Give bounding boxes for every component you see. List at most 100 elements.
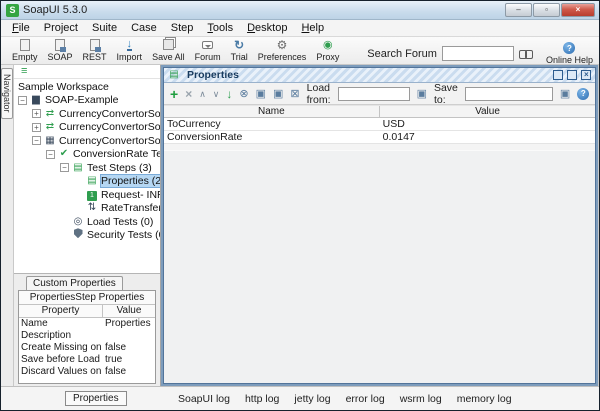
collapse-icon[interactable]: − xyxy=(60,163,69,172)
forum-button[interactable]: Forum xyxy=(190,38,226,65)
soap-project-button[interactable]: SOAP xyxy=(43,38,78,65)
expand-icon[interactable]: + xyxy=(32,109,41,118)
tab-error-log[interactable]: error log xyxy=(346,393,385,405)
shield-icon xyxy=(72,228,84,242)
collapse-icon[interactable]: − xyxy=(18,96,27,105)
menu-case[interactable]: Case xyxy=(124,21,164,35)
table-row[interactable]: Create Missing on L... false xyxy=(19,342,155,354)
properties-step-icon: ▤ xyxy=(86,175,98,187)
expand-icon[interactable]: + xyxy=(32,123,41,132)
menu-suite[interactable]: Suite xyxy=(85,21,124,35)
menu-help[interactable]: Help xyxy=(294,21,331,35)
proxy-icon: ◉ xyxy=(323,38,333,51)
copy-properties-button[interactable]: ▣ xyxy=(256,87,266,101)
table-row[interactable]: Name Properties xyxy=(19,318,155,330)
tree-item-request-step[interactable]: 1 Request- INR to USD xyxy=(14,188,160,202)
menu-tools[interactable]: Tools xyxy=(200,21,240,35)
tree-item-properties-step[interactable]: ▤ Properties (2) xyxy=(14,175,160,189)
column-header-property[interactable]: Property xyxy=(19,305,103,317)
window-title: SoapUI 5.3.0 xyxy=(23,4,87,16)
online-help-icon: ? xyxy=(563,42,575,54)
load-from-input[interactable] xyxy=(338,87,410,101)
log-tabs: SoapUI log http log jetty log error log … xyxy=(164,393,512,405)
column-header-value[interactable]: Value xyxy=(380,106,596,117)
tree-item-soap-interface[interactable]: + ⇄ CurrencyConvertorSoap xyxy=(14,107,160,121)
search-forum-input[interactable] xyxy=(442,46,514,61)
close-button[interactable]: × xyxy=(561,3,595,17)
collapse-icon[interactable]: − xyxy=(32,136,41,145)
tab-http-log[interactable]: http log xyxy=(245,393,279,405)
menu-project[interactable]: Project xyxy=(37,21,85,35)
close-panel-icon[interactable]: × xyxy=(581,70,591,80)
add-property-button[interactable]: + xyxy=(170,87,178,101)
unfloat-icon[interactable] xyxy=(553,70,563,80)
table-row[interactable]: Discard Values on Sa... false xyxy=(19,366,155,378)
table-row[interactable]: Save before Load true xyxy=(19,354,155,366)
save-to-input[interactable] xyxy=(465,87,553,101)
tab-memory-log[interactable]: memory log xyxy=(457,393,512,405)
tab-wsrm-log[interactable]: wsrm log xyxy=(400,393,442,405)
table-row[interactable]: Description xyxy=(19,330,155,342)
maximize-panel-icon[interactable] xyxy=(567,70,577,80)
titlebar: S SoapUI 5.3.0 – ▫ × xyxy=(1,1,599,20)
service-icon: ⇄ xyxy=(44,121,56,133)
properties-table: Name Value ToCurrency USD ConversionRate… xyxy=(164,105,595,144)
save-to-browse-icon[interactable]: ▣ xyxy=(560,87,570,101)
properties-window-titlebar[interactable]: ▤ Properties × xyxy=(164,68,595,83)
empty-doc-icon xyxy=(20,39,30,51)
rest-project-button[interactable]: REST xyxy=(78,38,112,65)
window-controls: – ▫ × xyxy=(505,3,596,17)
tree-item-testsuite[interactable]: − ▦ CurrencyConvertorSoap TestSuite xyxy=(14,134,160,148)
tab-soapui-log[interactable]: SoapUI log xyxy=(178,393,230,405)
tree-item-security-tests[interactable]: Security Tests (0) xyxy=(14,229,160,243)
menu-desktop[interactable]: Desktop xyxy=(240,21,294,35)
column-header-name[interactable]: Name xyxy=(164,106,380,117)
tree-item-load-tests[interactable]: ◎ Load Tests (0) xyxy=(14,215,160,229)
table-row[interactable]: ConversionRate 0.0147 xyxy=(164,131,595,144)
empty-project-button[interactable]: Empty xyxy=(7,38,43,65)
tab-jetty-log[interactable]: jetty log xyxy=(294,393,330,405)
collapse-icon[interactable]: − xyxy=(46,150,55,159)
navigator-tab[interactable]: Navigator xyxy=(1,68,13,119)
search-icon[interactable] xyxy=(519,50,533,58)
trial-button[interactable]: ↻ Trial xyxy=(226,38,253,65)
tree-item-transfer-step[interactable]: ⇅ RateTransfer xyxy=(14,202,160,216)
sort-properties-button[interactable]: ↓ xyxy=(226,87,232,101)
tree-item-project[interactable]: − ▆ SOAP-Example xyxy=(14,94,160,108)
table-row[interactable]: ToCurrency USD xyxy=(164,118,595,131)
panel-help-icon[interactable]: ? xyxy=(577,88,589,100)
tree-item-test-steps[interactable]: − ▤ Test Steps (3) xyxy=(14,161,160,175)
move-up-button[interactable]: ∧ xyxy=(199,87,206,101)
preferences-button[interactable]: ⚙ Preferences xyxy=(253,38,312,65)
clear-properties-button[interactable]: ⊗ xyxy=(239,87,248,101)
delete-property-button[interactable]: × xyxy=(185,87,192,101)
load-tests-icon: ◎ xyxy=(72,216,84,228)
column-header-value[interactable]: Value xyxy=(103,305,155,317)
online-help-button[interactable]: ? Online Help xyxy=(546,42,593,65)
forum-icon xyxy=(202,41,213,49)
tree-item-workspace[interactable]: Sample Workspace xyxy=(14,80,160,94)
tree-item-testcase[interactable]: − ✔ ConversionRate TestCase xyxy=(14,148,160,162)
save-to-label: Save to: xyxy=(434,82,458,106)
tree-item-soap12-interface[interactable]: + ⇄ CurrencyConvertorSoap12 xyxy=(14,121,160,135)
save-all-button[interactable]: Save All xyxy=(147,38,190,65)
proxy-button[interactable]: ◉ Proxy xyxy=(311,38,344,65)
custom-properties-panel: Custom Properties PropertiesStep Propert… xyxy=(14,273,160,386)
import-button[interactable]: ↓ Import xyxy=(112,38,148,65)
folder-icon: ▆ xyxy=(30,94,42,106)
custom-properties-tab[interactable]: Custom Properties xyxy=(26,276,123,290)
move-down-button[interactable]: ∨ xyxy=(213,87,220,101)
minimize-button[interactable]: – xyxy=(505,3,532,17)
maximize-button[interactable]: ▫ xyxy=(533,3,560,17)
tree-menu-icon[interactable]: ≡ xyxy=(21,65,27,77)
remove-all-button[interactable]: ⊠ xyxy=(290,87,299,101)
project-tree: Sample Workspace − ▆ SOAP-Example + ⇄ Cu… xyxy=(14,79,160,273)
load-from-browse-icon[interactable]: ▣ xyxy=(417,87,427,101)
properties-toolbar: + × ∧ ∨ ↓ ⊗ ▣ ▣ ⊠ Load from: ▣ Save to: … xyxy=(164,83,595,105)
properties-bottom-tab[interactable]: Properties xyxy=(65,391,127,406)
tree-toolbar: ≡ xyxy=(14,65,160,79)
paste-properties-button[interactable]: ▣ xyxy=(273,87,283,101)
menu-file[interactable]: File xyxy=(5,21,37,35)
custom-properties-table: PropertiesStep Properties Property Value… xyxy=(18,290,156,384)
menu-step[interactable]: Step xyxy=(164,21,201,35)
